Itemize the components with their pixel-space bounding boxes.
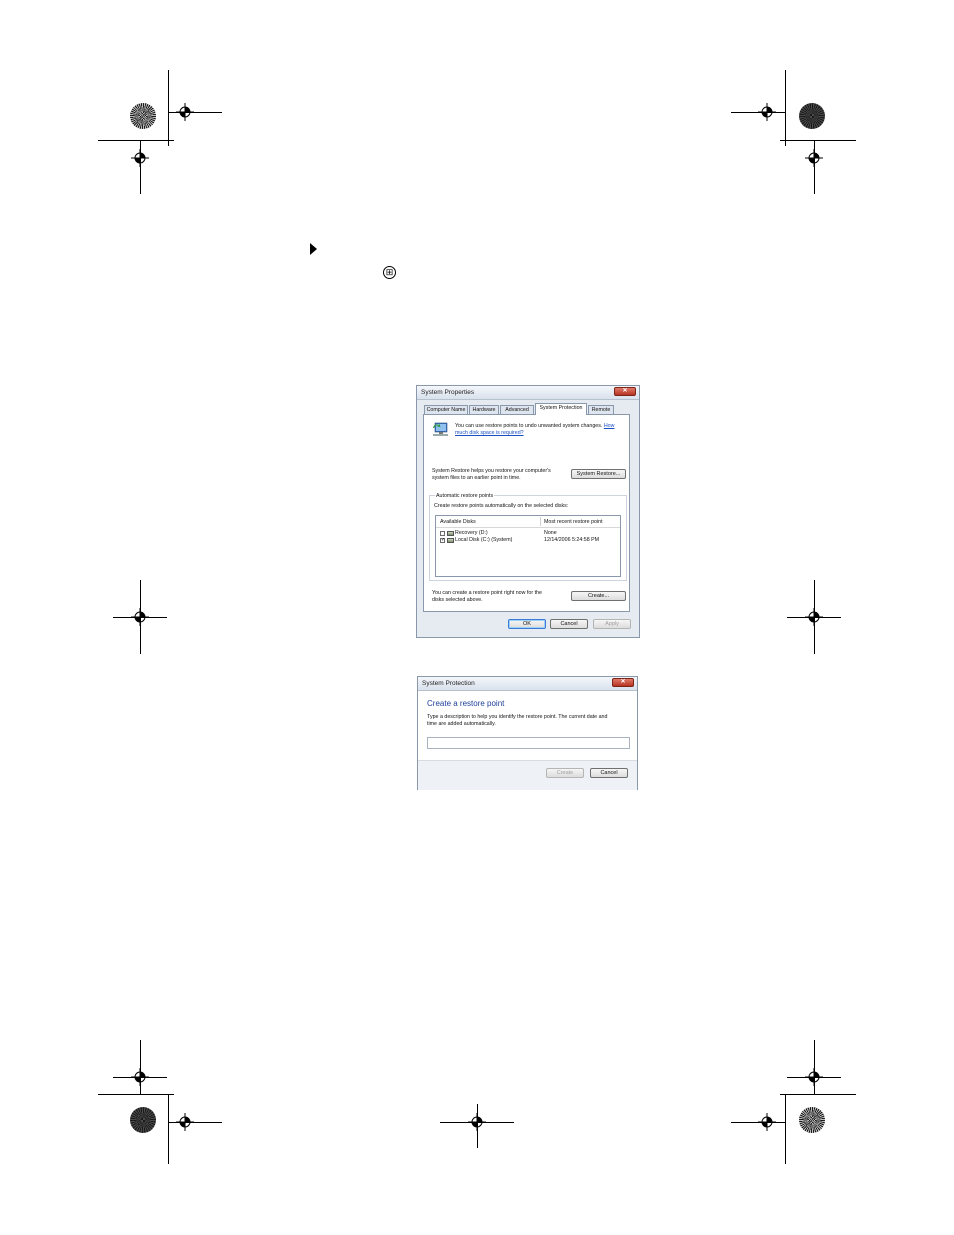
- crop-line: [780, 1094, 856, 1095]
- local-disk-checkbox[interactable]: ✓: [440, 538, 445, 543]
- triangle-right-icon: [310, 243, 317, 255]
- system-restore-button[interactable]: System Restore...: [571, 469, 626, 479]
- create-button[interactable]: Create: [546, 768, 584, 778]
- crop-line: [814, 1040, 815, 1094]
- crop-line: [168, 70, 169, 146]
- drive-icon: [447, 538, 454, 543]
- dialog-title: System Protection: [422, 680, 475, 687]
- cancel-button[interactable]: Cancel: [590, 768, 628, 778]
- how-link[interactable]: How: [604, 423, 615, 429]
- create-description: disks selected above.: [432, 597, 483, 603]
- create-button[interactable]: Create...: [571, 591, 626, 601]
- disk-space-link[interactable]: much disk space is required?: [455, 430, 524, 436]
- crop-line: [168, 1122, 222, 1123]
- crop-line: [140, 1040, 141, 1094]
- drive-icon: [447, 531, 454, 536]
- info-text: You can use restore points to undo unwan…: [455, 423, 614, 429]
- restore-point-description-input[interactable]: [427, 737, 630, 749]
- ok-button[interactable]: OK: [508, 619, 546, 629]
- crop-line: [98, 140, 174, 141]
- close-button[interactable]: ✕: [612, 678, 634, 687]
- column-header-disks[interactable]: Available Disks: [440, 519, 476, 525]
- dialog-description: time are added automatically.: [427, 721, 496, 727]
- restore-description: system files to an earlier point in time…: [432, 475, 521, 481]
- disk-restore-point: None: [544, 530, 557, 536]
- group-description: Create restore points automatically on t…: [434, 503, 569, 509]
- tab-advanced[interactable]: Advanced: [500, 405, 534, 414]
- column-divider: [540, 517, 541, 526]
- column-header-restore-point[interactable]: Most recent restore point: [544, 519, 603, 525]
- restore-description: System Restore helps you restore your co…: [432, 468, 551, 474]
- disk-name: Recovery (D:): [455, 530, 488, 536]
- disk-name: Local Disk (C:) (System): [455, 537, 513, 543]
- crop-line: [785, 1094, 786, 1164]
- crop-line: [787, 617, 841, 618]
- system-properties-dialog: System Properties ✕ Computer Name Hardwa…: [416, 385, 640, 638]
- crop-line: [785, 70, 786, 146]
- dialog-description: Type a description to help you identify …: [427, 714, 608, 720]
- tab-remote[interactable]: Remote: [588, 405, 614, 414]
- tab-computer-name[interactable]: Computer Name: [424, 405, 468, 414]
- tab-panel: You can use restore points to undo unwan…: [423, 414, 630, 612]
- disk-list: Available Disks Most recent restore poin…: [435, 515, 621, 577]
- disk-restore-point: 12/14/2006 5:24:58 PM: [544, 537, 600, 543]
- crop-line: [731, 112, 785, 113]
- color-rosette-icon: [799, 103, 825, 129]
- create-description: You can create a restore point right now…: [432, 590, 542, 596]
- dialog-heading: Create a restore point: [427, 699, 505, 708]
- close-button[interactable]: ✕: [614, 387, 636, 396]
- info-line: You can use restore points to undo unwan…: [455, 423, 603, 429]
- crop-line: [731, 1122, 785, 1123]
- group-title: Automatic restore points: [435, 493, 495, 499]
- crop-line: [140, 140, 141, 194]
- system-protection-dialog: System Protection ✕ Create a restore poi…: [417, 676, 638, 790]
- windows-start-icon: ⊞: [383, 266, 396, 279]
- system-protection-icon: [433, 422, 448, 436]
- crop-line: [477, 1104, 478, 1148]
- crop-line: [814, 140, 815, 194]
- crop-line: [113, 1077, 167, 1078]
- color-rosette-icon: [799, 1107, 825, 1133]
- crop-line: [113, 617, 167, 618]
- crop-line: [168, 112, 222, 113]
- tab-hardware[interactable]: Hardware: [469, 405, 499, 414]
- crop-line: [168, 1094, 169, 1164]
- color-rosette-icon: [130, 103, 156, 129]
- titlebar: System Properties ✕: [417, 386, 639, 400]
- header-separator: [436, 527, 620, 528]
- tab-system-protection[interactable]: System Protection: [535, 403, 587, 415]
- crop-line: [787, 1077, 841, 1078]
- crop-line: [98, 1094, 174, 1095]
- titlebar: System Protection ✕: [418, 677, 637, 691]
- cancel-button[interactable]: Cancel: [550, 619, 588, 629]
- automatic-restore-group: Automatic restore points Create restore …: [429, 493, 627, 581]
- color-rosette-icon: [130, 1107, 156, 1133]
- dialog-title: System Properties: [421, 389, 475, 396]
- recovery-disk-checkbox[interactable]: [440, 531, 445, 536]
- crop-line: [780, 140, 856, 141]
- apply-button[interactable]: Apply: [593, 619, 631, 629]
